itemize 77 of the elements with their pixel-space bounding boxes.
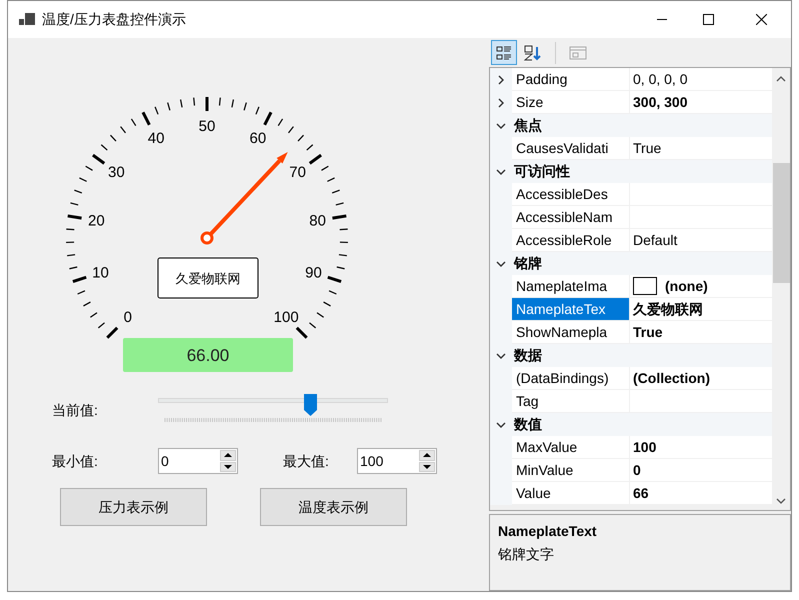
scroll-thumb[interactable] [772, 163, 790, 283]
property-value: 300, 300 [633, 92, 688, 112]
property-name[interactable]: (DataBindings) [512, 367, 630, 389]
property-name[interactable]: Padding [512, 68, 630, 90]
property-value: (Collection) [633, 368, 710, 388]
toolbar-button[interactable] [491, 40, 517, 65]
number-field[interactable]: 0 [158, 448, 238, 474]
gauge-label: 20 [88, 212, 105, 230]
property-name[interactable]: Value [512, 482, 630, 504]
collapse-icon[interactable] [496, 422, 506, 428]
down-icon [423, 464, 431, 469]
app-icon [19, 12, 35, 26]
category-label: 焦点 [512, 116, 542, 135]
gauge-label: 40 [148, 130, 164, 148]
down-icon [224, 464, 232, 469]
spin-up-button[interactable] [419, 450, 435, 460]
minimize-icon [657, 19, 667, 20]
gauge-label: 70 [289, 164, 306, 182]
property-value: 66 [633, 484, 649, 502]
number-field[interactable]: 100 [357, 448, 437, 474]
gauge-label: 100 [274, 309, 299, 326]
scroll-down-icon[interactable] [776, 498, 786, 504]
maximize-icon [702, 14, 714, 25]
categorized-icon [496, 44, 512, 60]
property-value: 久爱物联网 [633, 300, 703, 318]
description-text: 铭牌文字 [498, 545, 555, 564]
scroll-up-icon[interactable] [776, 76, 786, 82]
category-label: 数据 [512, 346, 542, 365]
property-name[interactable]: CausesValidati [512, 137, 630, 159]
spin-down-button[interactable] [419, 462, 435, 472]
gauge-label: 50 [198, 118, 216, 135]
spin-up-button[interactable] [220, 450, 236, 460]
property-value: True [633, 322, 663, 342]
description-title: NameplateText [498, 522, 598, 541]
gauge-label: 90 [305, 264, 322, 282]
collapse-icon[interactable] [496, 352, 506, 358]
property-value: 0, 0, 0, 0 [633, 70, 688, 88]
gauge-reading: 66.00 [186, 346, 230, 365]
example-button[interactable]: 压力表示例 [60, 488, 207, 526]
gauge-label: 30 [108, 164, 125, 182]
up-icon [423, 453, 431, 458]
property-value: Default [633, 230, 678, 250]
property-value: True [633, 138, 662, 158]
gauge-label: 0 [124, 309, 132, 326]
nameplate-text: 久爱物联网 [176, 271, 240, 286]
property-name[interactable]: NameplateTex [512, 298, 630, 320]
up-icon [224, 453, 232, 458]
category-label: 数值 [512, 415, 542, 434]
slider-thumb[interactable] [304, 394, 317, 416]
gauge-label: 80 [309, 212, 326, 230]
collapse-icon[interactable] [496, 168, 506, 174]
property-name[interactable]: MinValue [512, 459, 630, 481]
collapse-icon[interactable] [496, 260, 506, 266]
window-title: 温度/压力表盘控件演示 [42, 10, 186, 29]
min-value-label: 最小值: [52, 452, 99, 470]
expand-icon[interactable] [498, 74, 504, 84]
expand-icon[interactable] [498, 98, 504, 108]
current-value-label: 当前值: [52, 400, 99, 420]
category-label: 铭牌 [512, 254, 542, 273]
property-name[interactable]: MaxValue [512, 436, 630, 458]
collapse-icon[interactable] [496, 122, 506, 128]
sort-icon [524, 44, 542, 60]
gauge-label: 10 [92, 264, 109, 282]
property-name[interactable]: AccessibleRole [512, 229, 630, 251]
property-value: 100 [633, 438, 656, 456]
gauge-label: 60 [250, 130, 266, 148]
max-value-label: 最大值: [283, 452, 330, 470]
property-name[interactable]: Size [512, 91, 630, 113]
property-value: 0 [633, 460, 641, 480]
category-label: 可访问性 [513, 162, 570, 181]
property-pages-icon [569, 44, 587, 60]
property-value: (none) [665, 276, 708, 296]
close-icon [756, 14, 766, 25]
property-name[interactable]: ShowNamepla [512, 321, 630, 343]
spin-down-button[interactable] [220, 462, 236, 472]
property-name[interactable]: NameplateIma [512, 275, 630, 297]
example-button[interactable]: 温度表示例 [260, 488, 407, 526]
